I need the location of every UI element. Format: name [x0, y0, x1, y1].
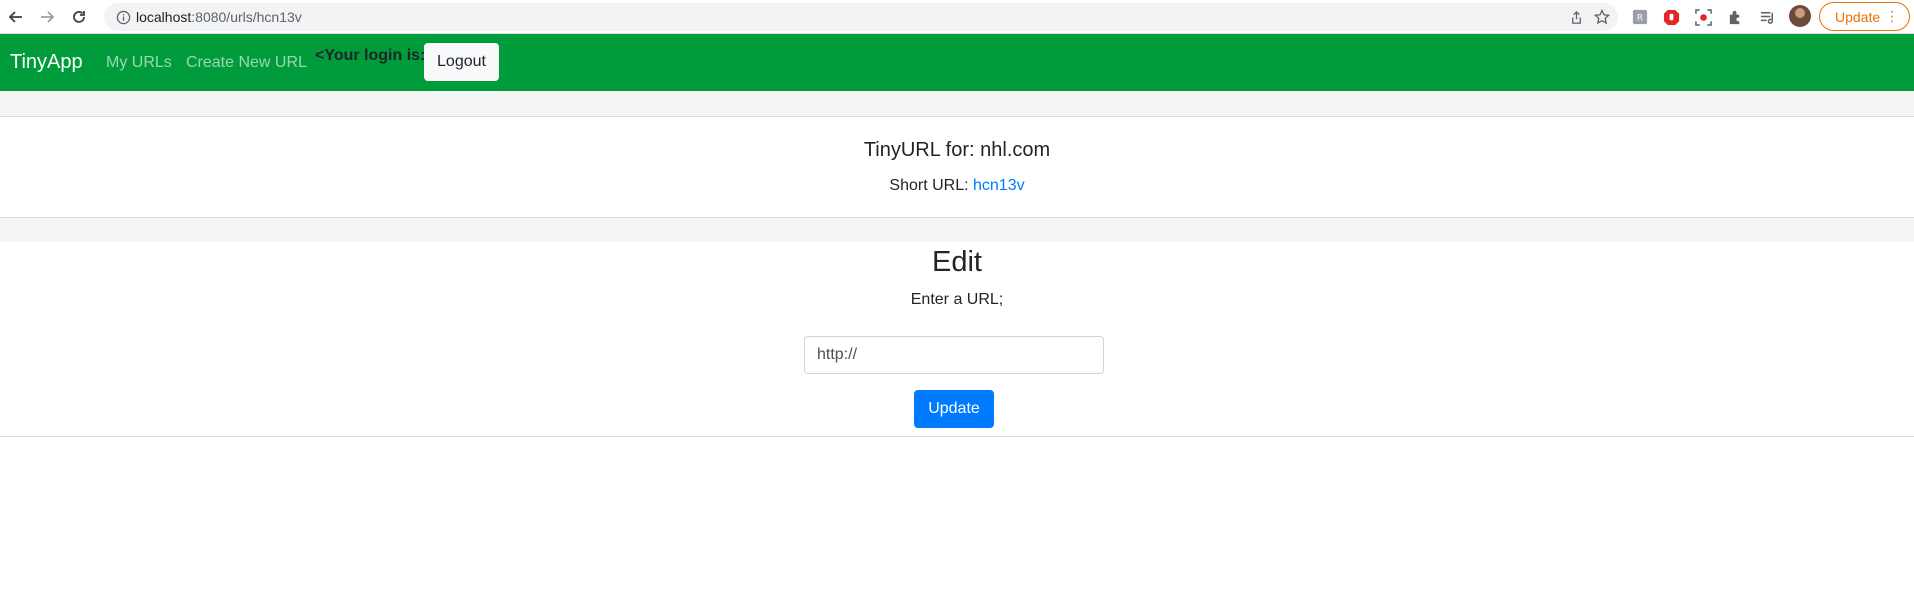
- edit-title: Edit: [932, 246, 982, 278]
- spacer-band: [0, 91, 1914, 117]
- info-icon[interactable]: [114, 8, 132, 26]
- logout-button[interactable]: Logout: [424, 43, 499, 81]
- kebab-icon[interactable]: ⋮: [1885, 8, 1899, 24]
- short-url-label: Short URL:: [889, 177, 969, 194]
- svg-text:R: R: [1637, 14, 1643, 24]
- url-text: localhost:8080/urls/hcn13v: [136, 8, 302, 26]
- long-url-input[interactable]: [804, 336, 1104, 374]
- update-button[interactable]: Update: [914, 390, 994, 428]
- browser-update-label: Update: [1835, 8, 1881, 25]
- back-icon: [8, 11, 22, 23]
- extension-screenshot-icon[interactable]: [1692, 6, 1714, 28]
- reload-icon: [73, 11, 85, 23]
- login-status-text: <Your login is:: [315, 47, 426, 64]
- reload-button[interactable]: [66, 4, 92, 30]
- extensions-puzzle-icon[interactable]: [1724, 6, 1746, 28]
- spacer-band-2: [0, 218, 1914, 242]
- url-path: :8080/urls/hcn13v: [191, 9, 302, 25]
- forward-icon: [41, 11, 55, 23]
- extension-reader-icon[interactable]: R: [1629, 6, 1651, 28]
- url-host: localhost: [136, 9, 192, 25]
- extension-adblock-icon[interactable]: [1660, 6, 1682, 28]
- edit-section: Edit Enter a URL; Update: [0, 242, 1914, 437]
- nav-create-new-url[interactable]: Create New URL: [186, 53, 307, 73]
- short-url-line: Short URL: hcn13v: [0, 176, 1914, 196]
- share-icon[interactable]: [1566, 7, 1586, 27]
- card-title: TinyURL for: nhl.com: [863, 139, 1051, 161]
- forward-button[interactable]: [34, 4, 60, 30]
- address-bar[interactable]: localhost:8080/urls/hcn13v: [104, 3, 1618, 31]
- short-url-link[interactable]: hcn13v: [973, 177, 1025, 194]
- app-navbar: TinyApp My URLs Create New URL <Your log…: [0, 34, 1914, 91]
- nav-my-urls[interactable]: My URLs: [106, 53, 172, 73]
- back-button[interactable]: [3, 4, 29, 30]
- browser-toolbar: localhost:8080/urls/hcn13v R Update ⋮: [0, 0, 1914, 34]
- reading-list-icon[interactable]: [1756, 6, 1778, 28]
- browser-update-button[interactable]: Update ⋮: [1819, 2, 1910, 31]
- brand-link[interactable]: TinyApp: [10, 50, 83, 74]
- tinyurl-card: TinyURL for: nhl.com Short URL: hcn13v: [0, 116, 1914, 218]
- profile-avatar[interactable]: [1789, 5, 1811, 27]
- star-icon[interactable]: [1592, 7, 1612, 27]
- edit-url-label: Enter a URL;: [910, 291, 1004, 308]
